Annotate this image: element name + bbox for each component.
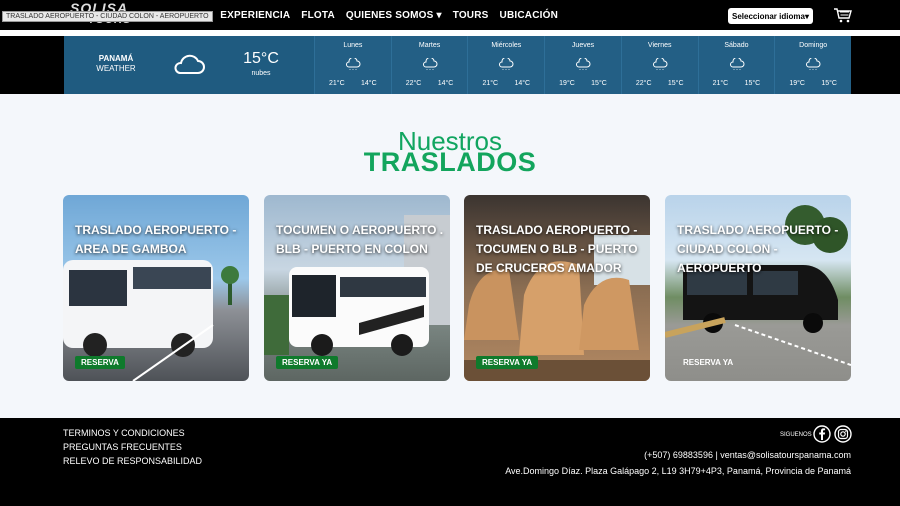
footer-links: TERMINOS Y CONDICIONES PREGUNTAS FRECUEN…	[63, 426, 202, 468]
current-temperature: 15°C	[243, 50, 279, 67]
cloud-rain-icon	[422, 58, 438, 70]
forecast-high: 22°C	[405, 80, 422, 87]
footer-link-terminos[interactable]: TERMINOS Y CONDICIONES	[63, 426, 202, 440]
forecast-day: Miércoles 21°C 14°C	[467, 36, 545, 94]
footer-link-preguntas[interactable]: PREGUNTAS FRECUENTES	[63, 440, 202, 454]
card-title: TRASLADO AEROPUERTO - TOCUMEN O BLB - PU…	[476, 223, 638, 275]
menu-item-ubicacion[interactable]: UBICACIÓN	[500, 10, 558, 21]
cloud-rain-icon	[729, 58, 745, 70]
weather-place: PANAMÁ	[98, 54, 134, 63]
forecast-low: 14°C	[361, 80, 377, 87]
card-title: TOCUMEN O AEROPUERTO . BLB - PUERTO EN C…	[276, 223, 444, 256]
reserve-button[interactable]: RESERVA YA	[476, 356, 539, 369]
forecast-high: 22°C	[635, 80, 652, 87]
forecast-day-name: Jueves	[571, 42, 595, 49]
forecast-low: 15°C	[667, 80, 684, 87]
card-title: TRASLADO AEROPUERTO - AREA DE GAMBOA	[75, 223, 237, 256]
cloud-rain-icon	[346, 58, 361, 70]
forecast-day-name: Domingo	[799, 42, 828, 49]
menu-item-tours[interactable]: TOURS	[453, 10, 489, 21]
forecast-day: Sábado 21°C 15°C	[697, 36, 775, 94]
forecast-low: 15°C	[744, 80, 761, 87]
forecast-high: 21°C	[712, 80, 729, 87]
reserve-button[interactable]: RESERVA YA	[276, 356, 339, 369]
forecast-high: 19°C	[789, 80, 805, 87]
language-select[interactable]: Seleccionar idioma ▾	[728, 8, 813, 24]
forecast-day: Domingo 19°C 15°C	[774, 36, 852, 94]
forecast-day: Martes 22°C 14°C	[390, 36, 468, 94]
menu-item-experiencia[interactable]: EXPERIENCIA	[220, 10, 290, 21]
forecast-day-name: Miércoles	[491, 42, 522, 49]
forecast-low: 14°C	[437, 80, 454, 87]
chevron-down-icon: ▾	[804, 11, 809, 21]
forecast-high: 19°C	[559, 80, 575, 87]
follow-label: SIGUENOS	[780, 432, 812, 438]
menu-item-flota[interactable]: FLOTA	[301, 10, 335, 21]
forecast-low: 15°C	[821, 80, 837, 87]
weather-label: WEATHER	[96, 64, 136, 73]
transfer-card[interactable]: TRASLADO AEROPUERTO - CIUDAD COLON - AER…	[665, 195, 851, 381]
transfer-card[interactable]: TOCUMEN O AEROPUERTO . BLB - PUERTO EN C…	[264, 195, 450, 381]
forecast-day: Jueves 19°C 15°C	[544, 36, 621, 94]
forecast-day-name: Viernes	[647, 42, 672, 49]
cloud-rain-icon	[806, 58, 821, 70]
section-title-line2: TRASLADOS	[363, 147, 537, 177]
forecast-high: 21°C	[482, 80, 499, 87]
main-menu: DS EXPERIENCIA FLOTA QUIENES SOMOS ▾ TOU…	[195, 0, 558, 30]
weather-description: nubes	[251, 70, 271, 77]
reserve-button[interactable]: RESERVA YA	[677, 356, 739, 369]
weather-widget: PANAMÁ WEATHER 15°C nubes Lunes 21°C 14°…	[64, 36, 852, 94]
card-title: TRASLADO AEROPUERTO - CIUDAD COLON - AER…	[677, 223, 839, 275]
footer-link-relevo[interactable]: RELEVO DE RESPONSABILIDAD	[63, 454, 202, 468]
footer-contact: (+507) 69883596 | ventas@solisatourspana…	[644, 450, 851, 460]
language-select-value: Seleccionar idioma	[732, 11, 805, 21]
forecast-day-name: Martes	[418, 42, 441, 49]
instagram-icon[interactable]	[834, 425, 852, 443]
weather-location: PANAMÁ WEATHER	[64, 54, 168, 74]
cloud-icon	[174, 54, 205, 74]
site-footer: TERMINOS Y CONDICIONES PREGUNTAS FRECUEN…	[0, 418, 900, 506]
top-navbar: SOLISA TOURS DS EXPERIENCIA FLOTA QUIENE…	[0, 0, 900, 30]
cloud-rain-icon	[499, 58, 514, 70]
forecast-low: 14°C	[514, 80, 531, 87]
forecast-day: Viernes 22°C 15°C	[620, 36, 698, 94]
link-tooltip: TRASLADO AEROPUERTO - CIUDAD COLON - AER…	[2, 11, 213, 22]
transfer-card[interactable]: TRASLADO AEROPUERTO - AREA DE GAMBOA RES…	[63, 195, 249, 381]
cloud-rain-icon	[576, 58, 591, 70]
forecast-high: 21°C	[329, 80, 345, 87]
facebook-icon[interactable]	[813, 425, 831, 443]
forecast-day: Lunes 21°C 14°C	[314, 36, 391, 94]
weather-side-right	[851, 36, 900, 94]
footer-address: Ave.Domingo Díaz. Plaza Galápago 2, L19 …	[505, 466, 851, 476]
forecast-day-name: Lunes	[343, 42, 363, 49]
cart-icon[interactable]	[833, 7, 853, 23]
forecast-day-name: Sábado	[724, 42, 749, 49]
reserve-button[interactable]: RESERVA	[75, 356, 125, 369]
weather-side-left	[0, 36, 64, 94]
menu-item-quienes-somos[interactable]: QUIENES SOMOS ▾	[346, 10, 442, 21]
cloud-rain-icon	[652, 58, 668, 70]
transfer-card[interactable]: TRASLADO AEROPUERTO - TOCUMEN O BLB - PU…	[464, 195, 650, 381]
forecast-days: Lunes 21°C 14°C Martes 22°C 14°C Miércol…	[314, 36, 852, 94]
forecast-low: 15°C	[591, 80, 607, 87]
